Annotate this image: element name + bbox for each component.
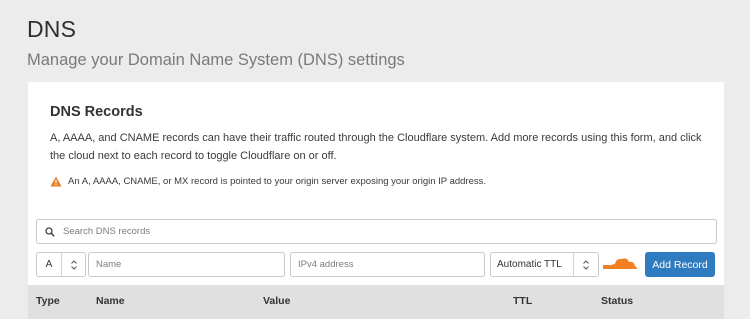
up-down-chevron-icon bbox=[583, 259, 589, 270]
card-description: A, AAAA, and CNAME records can have thei… bbox=[50, 132, 702, 162]
record-type-select[interactable]: A bbox=[36, 252, 86, 277]
up-down-chevron-icon bbox=[70, 259, 77, 270]
search-icon bbox=[45, 226, 55, 237]
column-header-ttl[interactable]: TTL bbox=[513, 295, 532, 307]
record-type-value: A bbox=[45, 259, 53, 270]
ttl-select[interactable]: Automatic TTL bbox=[490, 252, 599, 277]
search-box[interactable] bbox=[36, 219, 717, 244]
warning-text: An A, AAAA, CNAME, or MX record is point… bbox=[68, 176, 487, 187]
search-input[interactable] bbox=[61, 225, 716, 238]
dns-records-card: DNS Records A, AAAA, and CNAME records c… bbox=[28, 82, 724, 319]
ttl-value: Automatic TTL bbox=[497, 259, 562, 270]
page-title: DNS bbox=[27, 16, 77, 42]
records-table-header: Type Name Value TTL Status bbox=[28, 285, 724, 319]
page-subtitle: Manage your Domain Name System (DNS) set… bbox=[27, 51, 405, 69]
ipv4-address-field[interactable] bbox=[290, 252, 485, 277]
card-title: DNS Records bbox=[50, 104, 143, 120]
column-header-value[interactable]: Value bbox=[263, 295, 290, 307]
ttl-stepper[interactable] bbox=[574, 259, 598, 271]
cloud-proxy-toggle-icon[interactable] bbox=[603, 255, 639, 273]
column-header-status[interactable]: Status bbox=[601, 295, 633, 307]
warning-icon bbox=[50, 176, 62, 187]
column-header-type[interactable]: Type bbox=[36, 295, 60, 307]
dns-page: DNS Manage your Domain Name System (DNS)… bbox=[0, 0, 750, 319]
name-field[interactable] bbox=[88, 252, 285, 277]
add-record-button[interactable]: Add Record bbox=[645, 252, 715, 277]
warning-notice: An A, AAAA, CNAME, or MX record is point… bbox=[50, 176, 486, 187]
column-header-name[interactable]: Name bbox=[96, 295, 125, 307]
type-stepper[interactable] bbox=[62, 259, 85, 271]
